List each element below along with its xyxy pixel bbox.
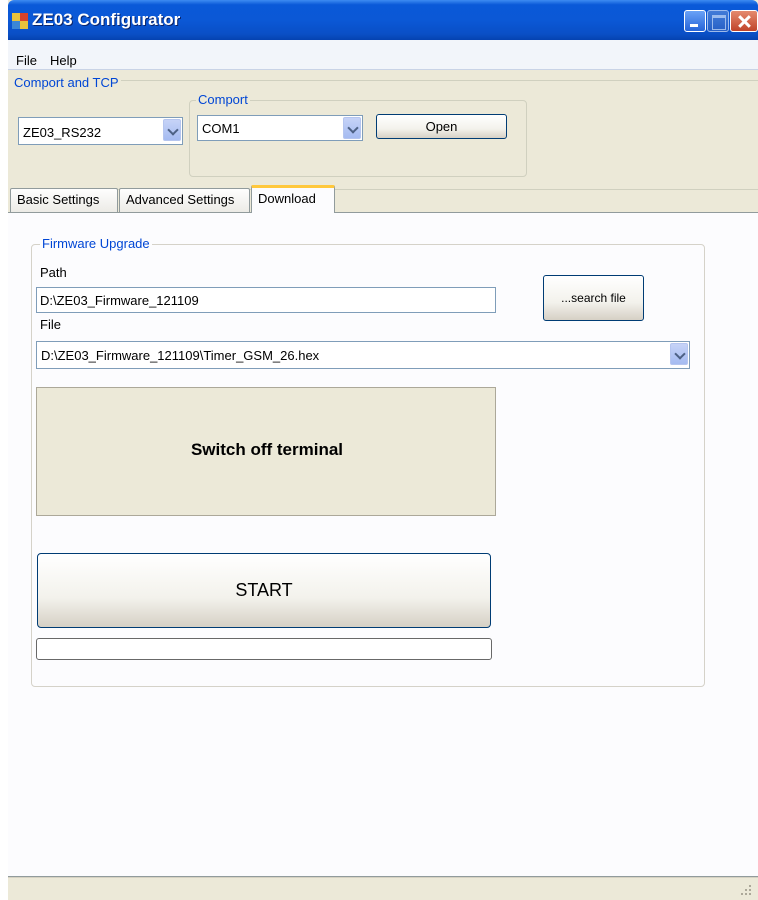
start-button[interactable]: START (37, 553, 491, 628)
comport-select[interactable]: COM1 (197, 115, 363, 141)
close-icon[interactable] (730, 10, 758, 32)
connection-type-select[interactable]: ZE03_RS232 (18, 117, 183, 145)
tab-strip: Basic Settings Advanced Settings Downloa… (8, 183, 758, 213)
menu-help[interactable]: Help (50, 53, 77, 68)
menu-file[interactable]: File (16, 53, 37, 68)
status-panel: Switch off terminal (36, 387, 496, 516)
comport-group-label: Comport (196, 92, 250, 108)
open-button[interactable]: Open (376, 114, 507, 139)
app-icon (12, 13, 28, 29)
connection-type-value: ZE03_RS232 (23, 125, 102, 140)
chevron-down-icon[interactable] (670, 343, 688, 365)
file-label: File (40, 317, 61, 332)
chevron-down-icon[interactable] (343, 117, 361, 139)
firmware-upgrade-group-label: Firmware Upgrade (40, 236, 152, 252)
minimize-icon[interactable] (684, 10, 706, 32)
resize-grip-icon[interactable] (740, 884, 752, 896)
path-label: Path (40, 265, 67, 280)
tab-download[interactable]: Download (251, 185, 335, 213)
path-value: D:\ZE03_Firmware_121109 (40, 293, 199, 308)
tab-advanced-settings[interactable]: Advanced Settings (119, 188, 250, 212)
comport-value: COM1 (202, 121, 240, 136)
status-message: Switch off terminal (190, 440, 344, 459)
app-window: ZE03 Configurator File Help Comport and … (8, 0, 758, 900)
comport-tcp-group-label: Comport and TCP (12, 75, 121, 91)
chevron-down-icon[interactable] (163, 119, 181, 141)
tab-basic-settings[interactable]: Basic Settings (10, 188, 118, 212)
menu-bar: File Help (8, 40, 758, 70)
status-bar (8, 877, 758, 900)
window-title: ZE03 Configurator (32, 10, 181, 29)
search-file-button[interactable]: ...search file (543, 275, 644, 321)
file-select[interactable]: D:\ZE03_Firmware_121109\Timer_GSM_26.hex (36, 341, 690, 369)
title-bar[interactable]: ZE03 Configurator (8, 0, 758, 40)
path-input[interactable]: D:\ZE03_Firmware_121109 (36, 287, 496, 313)
file-value: D:\ZE03_Firmware_121109\Timer_GSM_26.hex (41, 348, 320, 363)
maximize-icon[interactable] (707, 10, 729, 32)
progress-bar (36, 638, 492, 660)
